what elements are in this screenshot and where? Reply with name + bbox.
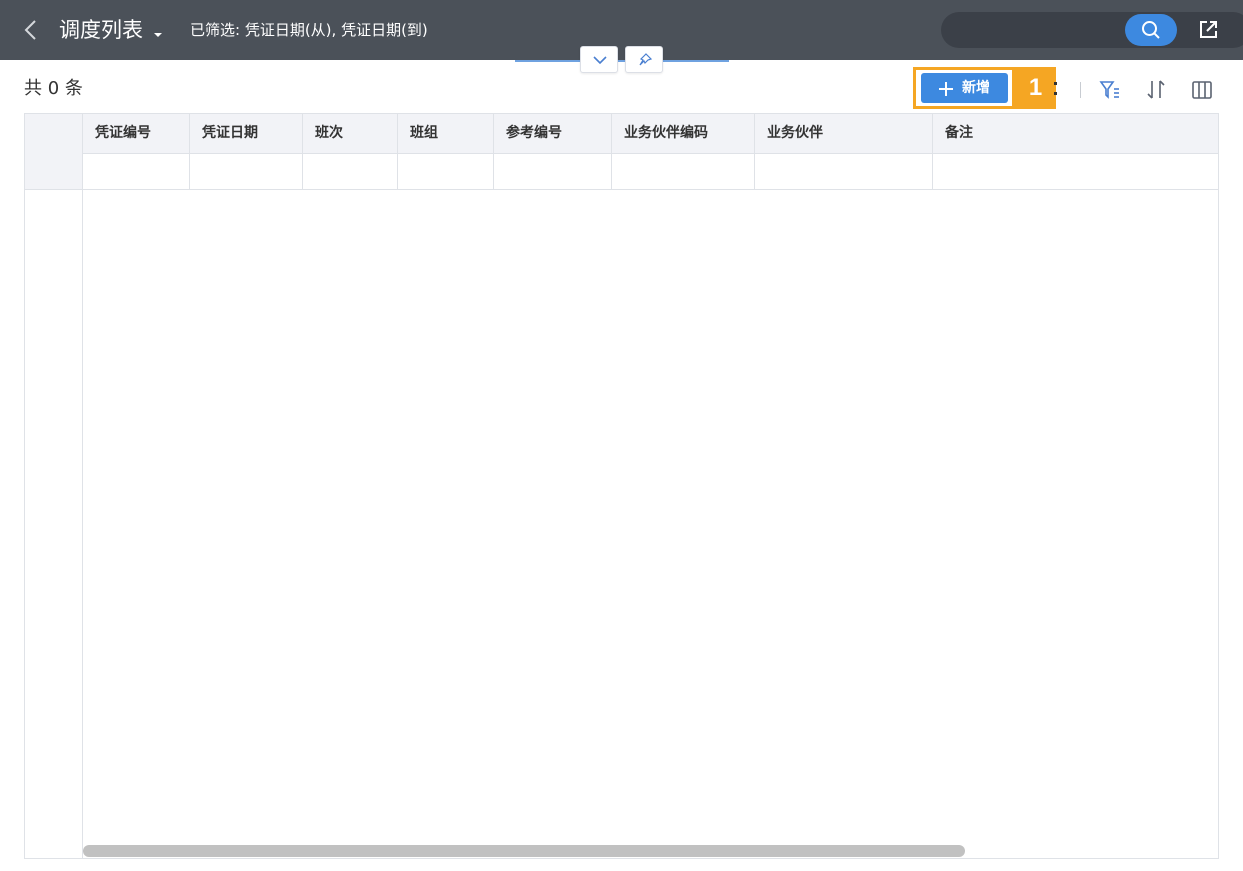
pin-icon [639,53,653,66]
table-header-row: 凭证编号 凭证日期 班次 班组 参考编号 业务伙伴编码 业务伙伴 备注 [25,114,1218,154]
columns-icon[interactable] [1190,78,1214,102]
chevron-down-icon [593,56,607,65]
page-title[interactable]: 调度列表 [59,15,143,45]
column-filter-cell[interactable] [190,154,303,189]
back-icon[interactable] [20,18,42,42]
expand-panel-button[interactable] [580,46,618,73]
row-number-column [25,114,83,858]
column-header[interactable]: 业务伙伴 [755,114,933,154]
plus-icon [939,82,953,96]
sort-icon[interactable] [1144,78,1168,102]
search-button[interactable] [1125,14,1177,46]
column-filter-cell[interactable] [303,154,398,189]
filter-row-head [25,154,83,189]
column-filter-cell[interactable] [755,154,933,189]
column-header[interactable]: 备注 [933,114,1218,154]
column-filter-cell[interactable] [398,154,494,189]
column-header[interactable]: 班次 [303,114,398,154]
filter-icon[interactable] [1098,78,1122,102]
column-header[interactable]: 凭证日期 [190,114,303,154]
data-table: 凭证编号 凭证日期 班次 班组 参考编号 业务伙伴编码 业务伙伴 备注 [24,113,1219,859]
toolbar-divider [1080,82,1081,98]
add-button[interactable]: 新增 [921,73,1008,103]
panel-indicator [515,60,729,62]
export-icon[interactable] [1196,18,1220,42]
column-header[interactable]: 班组 [398,114,494,154]
horizontal-scrollbar[interactable] [83,845,965,857]
caret-down-icon[interactable] [152,25,164,37]
more-icon[interactable] [1053,80,1059,100]
column-filter-cell[interactable] [83,154,190,189]
add-button-label: 新增 [962,80,990,96]
column-filter-cell[interactable] [933,154,1218,189]
column-filter-row [25,154,1218,190]
pin-panel-button[interactable] [625,46,663,73]
column-filter-cell[interactable] [612,154,755,189]
column-header[interactable]: 凭证编号 [83,114,190,154]
step-badge: 1 [1015,67,1056,109]
column-header[interactable]: 参考编号 [494,114,612,154]
column-header[interactable]: 业务伙伴编码 [612,114,755,154]
header-corner [25,114,83,154]
record-count: 共 0 条 [24,78,83,99]
top-bar: 调度列表 已筛选: 凭证日期(从), 凭证日期(到) [0,0,1243,60]
column-filter-cell[interactable] [494,154,612,189]
search-icon [1142,21,1160,39]
filter-summary: 已筛选: 凭证日期(从), 凭证日期(到) [190,21,428,39]
